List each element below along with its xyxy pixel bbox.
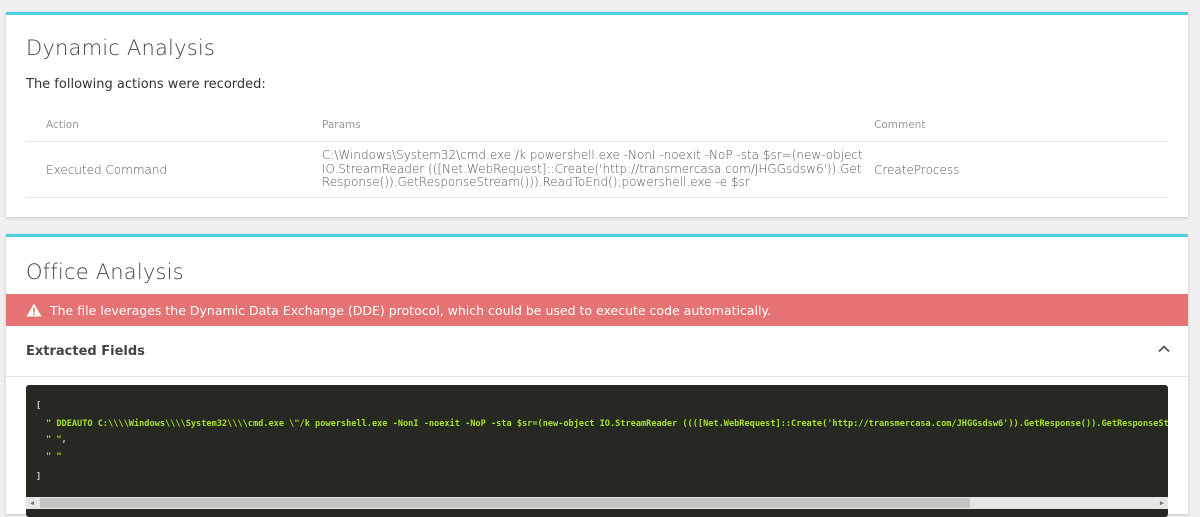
horizontal-scrollbar[interactable]: ◀ ▶ xyxy=(26,497,1168,509)
code-open-bracket: [ xyxy=(36,401,42,411)
scroll-right-icon[interactable]: ▶ xyxy=(1156,497,1168,509)
alert-text: The file leverages the Dynamic Data Exch… xyxy=(50,302,772,318)
chevron-up-icon[interactable] xyxy=(1156,341,1172,357)
table-row: Executed Command C:\Windows\System32\cmd… xyxy=(26,141,1168,198)
actions-table: Action Params Comment Executed Command C… xyxy=(26,109,1168,198)
code-line-3: " " xyxy=(46,452,62,462)
office-analysis-title: Office Analysis xyxy=(26,260,184,284)
code-close-bracket: ] xyxy=(36,472,42,482)
code-line-1: " DDEAUTO C:\\\\Windows\\\\System32\\\\c… xyxy=(46,419,1168,429)
warning-icon xyxy=(26,303,42,317)
column-header-action: Action xyxy=(26,109,322,142)
dde-alert: The file leverages the Dynamic Data Exch… xyxy=(6,294,1188,326)
column-header-comment: Comment xyxy=(874,109,1168,142)
extracted-fields-label: Extracted Fields xyxy=(26,344,145,359)
code-string-3: " " xyxy=(46,452,62,462)
params-cell: C:\Windows\System32\cmd.exe /k powershel… xyxy=(322,141,874,198)
office-analysis-card: Office Analysis The file leverages the D… xyxy=(6,234,1188,517)
actions-intro: The following actions were recorded: xyxy=(26,77,266,92)
dynamic-analysis-title: Dynamic Analysis xyxy=(26,36,216,60)
table-header-row: Action Params Comment xyxy=(26,109,1168,142)
code-line-2: " ", xyxy=(46,435,67,445)
code-string-2: " " xyxy=(46,435,62,445)
extracted-fields-header[interactable]: Extracted Fields xyxy=(6,329,1188,377)
column-header-params: Params xyxy=(322,109,874,142)
action-cell: Executed Command xyxy=(26,141,322,198)
params-text: C:\Windows\System32\cmd.exe /k powershel… xyxy=(322,148,863,190)
extracted-fields-code: [ " DDEAUTO C:\\\\Windows\\\\System32\\\… xyxy=(26,385,1168,517)
comment-cell: CreateProcess xyxy=(874,141,1168,198)
dynamic-analysis-card: Dynamic Analysis The following actions w… xyxy=(6,12,1188,217)
scroll-left-icon[interactable]: ◀ xyxy=(26,497,38,509)
scrollbar-thumb[interactable] xyxy=(40,498,970,508)
code-string-1: " DDEAUTO C:\\\\Windows\\\\System32\\\\c… xyxy=(46,419,1168,429)
code-comma: , xyxy=(61,435,67,445)
